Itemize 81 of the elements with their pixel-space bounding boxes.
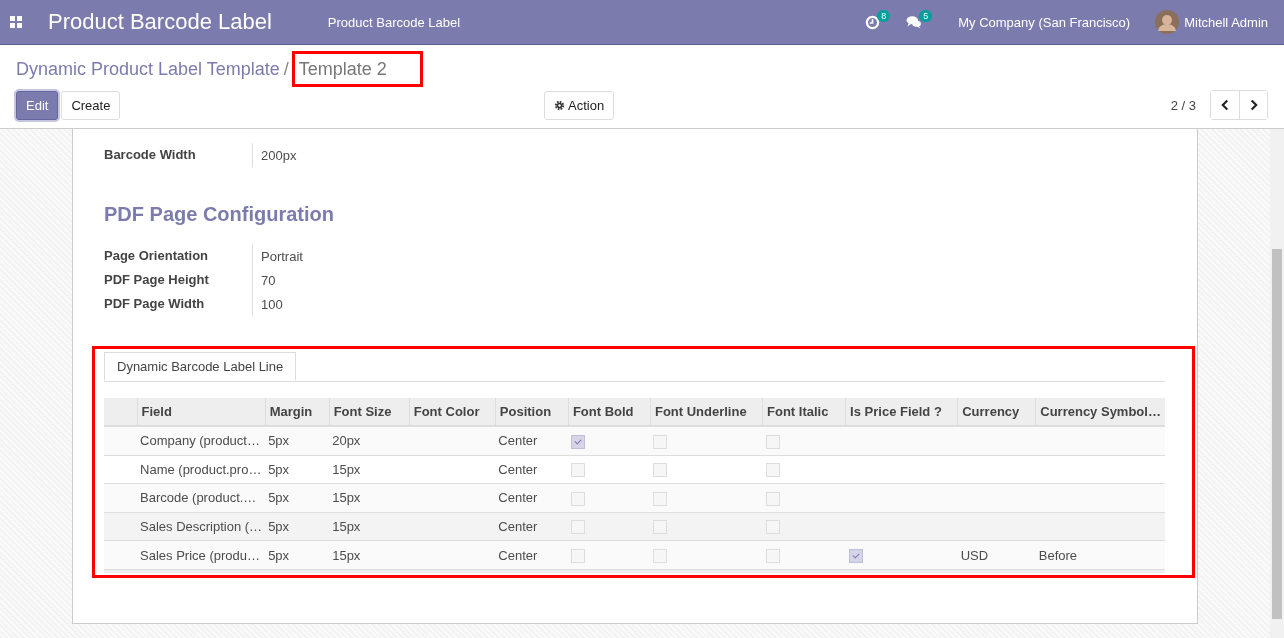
next-button[interactable]	[1239, 91, 1267, 119]
create-button[interactable]: Create	[61, 90, 121, 120]
message-count-badge: 5	[919, 10, 933, 22]
table-cell: Sales Price (produ…	[137, 540, 266, 570]
table-cell: 5px	[265, 455, 330, 484]
breadcrumb-separator: /	[283, 58, 289, 80]
table-cell: Center	[495, 483, 569, 513]
field-value: 70	[260, 272, 276, 288]
notebook-tab[interactable]: Dynamic Barcode Label Line	[104, 352, 297, 381]
clock-icon[interactable]	[865, 14, 881, 30]
table-cell: 15px	[329, 540, 410, 570]
table-cell: 5px	[265, 426, 330, 456]
checkbox[interactable]	[653, 491, 668, 506]
scrollbar[interactable]	[1270, 129, 1284, 638]
checkbox[interactable]	[765, 548, 780, 563]
table-cell: USD	[960, 547, 989, 563]
table-cell: 5px	[265, 540, 330, 570]
checkbox[interactable]	[571, 463, 586, 478]
table-cell: Center	[495, 540, 569, 570]
table-cell: 15px	[329, 512, 410, 541]
field-value: Portrait	[260, 248, 303, 264]
breadcrumb-link[interactable]: Dynamic Product Label Template	[16, 58, 280, 80]
column-header[interactable]: Field	[137, 398, 266, 426]
field-label: Page Orientation	[104, 244, 253, 268]
checkbox[interactable]	[765, 434, 780, 449]
record-title: Template 2	[298, 58, 387, 80]
table-cell: Sales Description (…	[137, 512, 266, 541]
chevron-left-icon	[1220, 99, 1230, 111]
table-cell: Center	[495, 455, 569, 484]
checkbox[interactable]	[653, 463, 668, 478]
column-header[interactable]: Font Color	[409, 398, 496, 426]
table-cell: Name (product.pro…	[137, 455, 266, 484]
checkbox[interactable]	[571, 434, 586, 449]
column-header[interactable]: Margin	[265, 398, 330, 426]
checkbox[interactable]	[571, 491, 586, 506]
column-header[interactable]: Is Price Field ?	[845, 398, 958, 426]
checkbox[interactable]	[765, 520, 780, 535]
company-switcher[interactable]: My Company (San Francisco)	[958, 14, 1131, 30]
table-cell: Company (product…	[137, 426, 266, 456]
checkbox[interactable]	[848, 548, 863, 563]
field-label: PDF Page Width	[104, 292, 253, 316]
field-value: 200px	[260, 147, 297, 163]
apps-grid-icon[interactable]	[10, 16, 22, 28]
avatar-icon[interactable]	[1155, 10, 1180, 34]
column-header[interactable]: Font Underline	[650, 398, 763, 426]
table-cell: Before	[1038, 547, 1078, 563]
chevron-right-icon	[1249, 99, 1258, 111]
column-header[interactable]: Font Italic	[762, 398, 846, 426]
user-name[interactable]: Mitchell Admin	[1184, 14, 1268, 30]
column-header[interactable]: Currency Symbol…	[1035, 398, 1165, 426]
action-button[interactable]: Action	[544, 90, 615, 120]
field-label: Barcode Width	[104, 143, 253, 167]
app-title: Product Barcode Label	[48, 9, 272, 35]
column-header[interactable]: Currency	[957, 398, 1036, 426]
table-cell: 5px	[265, 483, 330, 513]
table-cell: Barcode (product.…	[137, 483, 266, 513]
table-cell: 20px	[329, 426, 410, 456]
checkbox[interactable]	[653, 434, 668, 449]
column-header[interactable]: Font Size	[329, 398, 410, 426]
activity-count-badge: 8	[877, 9, 891, 22]
checkbox[interactable]	[653, 548, 668, 563]
menu-item[interactable]: Product Barcode Label	[327, 14, 461, 30]
field-label: PDF Page Height	[104, 268, 253, 292]
edit-button[interactable]: Edit	[16, 90, 59, 120]
table-cell: Center	[495, 426, 569, 456]
table-cell: 15px	[329, 455, 410, 484]
checkbox[interactable]	[571, 548, 586, 563]
gear-icon	[554, 99, 565, 111]
section-heading: PDF Page Configuration	[104, 203, 335, 226]
table-cell: Center	[495, 512, 569, 541]
checkbox[interactable]	[765, 463, 780, 478]
checkbox[interactable]	[653, 520, 668, 535]
checkbox[interactable]	[571, 520, 586, 535]
table-cell: 5px	[265, 512, 330, 541]
column-header[interactable]: Font Bold	[568, 398, 651, 426]
column-header[interactable]: Position	[495, 398, 569, 426]
pager-counter: 2 / 3	[1170, 97, 1196, 113]
checkbox[interactable]	[765, 491, 780, 506]
chat-bubbles-icon[interactable]	[906, 15, 923, 29]
field-value: 100	[260, 296, 283, 312]
table-cell: 15px	[329, 483, 410, 513]
